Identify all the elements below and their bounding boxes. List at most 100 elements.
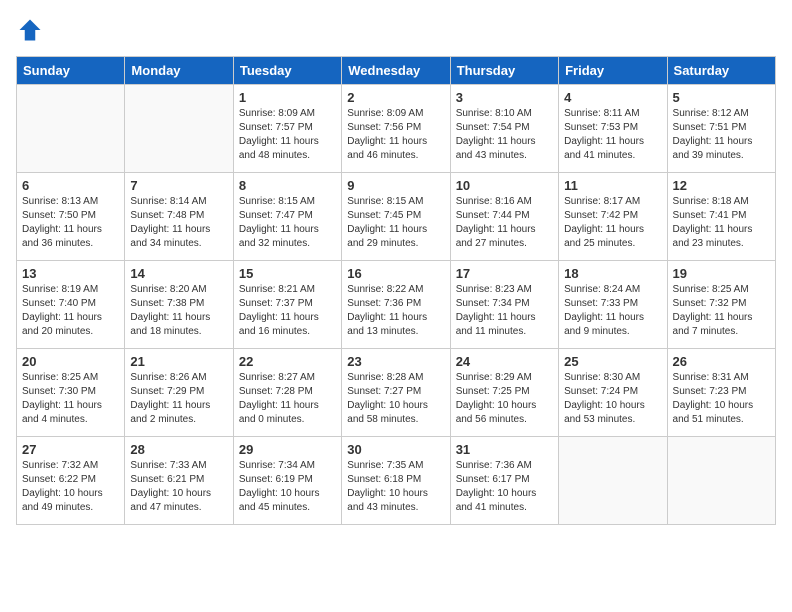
cell-details: Sunrise: 8:24 AMSunset: 7:33 PMDaylight:… [564, 283, 661, 339]
calendar-cell: 12Sunrise: 8:18 AMSunset: 7:41 PMDayligh… [667, 173, 775, 261]
cell-details: Sunrise: 8:09 AMSunset: 7:56 PMDaylight:… [347, 107, 444, 163]
cell-details: Sunrise: 8:12 AMSunset: 7:51 PMDaylight:… [673, 107, 770, 163]
day-number: 25 [564, 354, 661, 369]
calendar-cell: 9Sunrise: 8:15 AMSunset: 7:45 PMDaylight… [342, 173, 450, 261]
day-number: 19 [673, 266, 770, 281]
calendar-cell [559, 437, 667, 525]
calendar-cell [667, 437, 775, 525]
cell-details: Sunrise: 8:15 AMSunset: 7:47 PMDaylight:… [239, 195, 336, 251]
cell-details: Sunrise: 8:29 AMSunset: 7:25 PMDaylight:… [456, 371, 553, 427]
cell-details: Sunrise: 8:13 AMSunset: 7:50 PMDaylight:… [22, 195, 119, 251]
day-number: 28 [130, 442, 227, 457]
calendar-cell: 10 Sunrise: 8:16 AMSunset: 7:44 PMDayligh… [450, 173, 558, 261]
cell-details: Sunrise: 8:10 AMSunset: 7:54 PMDaylight:… [456, 107, 553, 163]
day-number: 29 [239, 442, 336, 457]
day-header-tuesday: Tuesday [233, 57, 341, 85]
cell-details: Sunrise: 8:11 AMSunset: 7:53 PMDaylight:… [564, 107, 661, 163]
day-header-saturday: Saturday [667, 57, 775, 85]
day-header-thursday: Thursday [450, 57, 558, 85]
calendar-cell: 28Sunrise: 7:33 AMSunset: 6:21 PMDayligh… [125, 437, 233, 525]
calendar-cell: 18 Sunrise: 8:24 AMSunset: 7:33 PMDayligh… [559, 261, 667, 349]
cell-details: Sunrise: 8:30 AMSunset: 7:24 PMDaylight:… [564, 371, 661, 427]
calendar-cell: 20 Sunrise: 8:25 AMSunset: 7:30 PMDayligh… [17, 349, 125, 437]
day-number: 10 [456, 178, 553, 193]
day-number: 7 [130, 178, 227, 193]
day-header-monday: Monday [125, 57, 233, 85]
day-number: 8 [239, 178, 336, 193]
calendar-cell: 19 Sunrise: 8:25 AMSunset: 7:32 PMDayligh… [667, 261, 775, 349]
cell-details: Sunrise: 8:21 AMSunset: 7:37 PMDaylight:… [239, 283, 336, 339]
calendar-cell: 13 Sunrise: 8:19 AMSunset: 7:40 PMDayligh… [17, 261, 125, 349]
logo-icon [16, 16, 44, 44]
calendar-cell: 4 Sunrise: 8:11 AMSunset: 7:53 PMDaylight… [559, 85, 667, 173]
day-header-sunday: Sunday [17, 57, 125, 85]
cell-details: Sunrise: 8:27 AMSunset: 7:28 PMDaylight:… [239, 371, 336, 427]
calendar-cell: 27 Sunrise: 7:32 AMSunset: 6:22 PMDayligh… [17, 437, 125, 525]
day-number: 15 [239, 266, 336, 281]
day-header-friday: Friday [559, 57, 667, 85]
day-number: 22 [239, 354, 336, 369]
day-header-wednesday: Wednesday [342, 57, 450, 85]
cell-details: Sunrise: 7:34 AMSunset: 6:19 PMDaylight:… [239, 459, 336, 515]
day-number: 14 [130, 266, 227, 281]
cell-details: Sunrise: 8:23 AMSunset: 7:34 PMDaylight:… [456, 283, 553, 339]
day-number: 12 [673, 178, 770, 193]
calendar-cell: 2 Sunrise: 8:09 AMSunset: 7:56 PMDaylight… [342, 85, 450, 173]
day-number: 26 [673, 354, 770, 369]
calendar-cell: 16Sunrise: 8:22 AMSunset: 7:36 PMDayligh… [342, 261, 450, 349]
cell-details: Sunrise: 8:25 AMSunset: 7:30 PMDaylight:… [22, 371, 119, 427]
cell-details: Sunrise: 8:09 AMSunset: 7:57 PMDaylight:… [239, 107, 336, 163]
cell-details: Sunrise: 8:15 AMSunset: 7:45 PMDaylight:… [347, 195, 444, 251]
day-number: 27 [22, 442, 119, 457]
cell-details: Sunrise: 8:17 AMSunset: 7:42 PMDaylight:… [564, 195, 661, 251]
calendar-cell: 24 Sunrise: 8:29 AMSunset: 7:25 PMDayligh… [450, 349, 558, 437]
day-number: 5 [673, 90, 770, 105]
calendar-cell: 8 Sunrise: 8:15 AMSunset: 7:47 PMDaylight… [233, 173, 341, 261]
day-number: 11 [564, 178, 661, 193]
calendar-week-row: 13 Sunrise: 8:19 AMSunset: 7:40 PMDayligh… [17, 261, 776, 349]
calendar-cell: 25 Sunrise: 8:30 AMSunset: 7:24 PMDayligh… [559, 349, 667, 437]
calendar-cell: 29 Sunrise: 7:34 AMSunset: 6:19 PMDayligh… [233, 437, 341, 525]
cell-details: Sunrise: 7:35 AMSunset: 6:18 PMDaylight:… [347, 459, 444, 515]
calendar-cell: 31 Sunrise: 7:36 AMSunset: 6:17 PMDayligh… [450, 437, 558, 525]
day-number: 1 [239, 90, 336, 105]
calendar-cell: 15 Sunrise: 8:21 AMSunset: 7:37 PMDayligh… [233, 261, 341, 349]
cell-details: Sunrise: 8:25 AMSunset: 7:32 PMDaylight:… [673, 283, 770, 339]
day-number: 23 [347, 354, 444, 369]
calendar-cell: 22 Sunrise: 8:27 AMSunset: 7:28 PMDayligh… [233, 349, 341, 437]
day-number: 31 [456, 442, 553, 457]
calendar-cell [17, 85, 125, 173]
calendar-week-row: 27 Sunrise: 7:32 AMSunset: 6:22 PMDayligh… [17, 437, 776, 525]
day-number: 6 [22, 178, 119, 193]
day-number: 24 [456, 354, 553, 369]
day-number: 16 [347, 266, 444, 281]
day-number: 2 [347, 90, 444, 105]
calendar-table: SundayMondayTuesdayWednesdayThursdayFrid… [16, 56, 776, 525]
cell-details: Sunrise: 8:16 AMSunset: 7:44 PMDaylight:… [456, 195, 553, 251]
calendar-week-row: 6 Sunrise: 8:13 AMSunset: 7:50 PMDaylight… [17, 173, 776, 261]
cell-details: Sunrise: 8:31 AMSunset: 7:23 PMDaylight:… [673, 371, 770, 427]
calendar-cell: 3 Sunrise: 8:10 AMSunset: 7:54 PMDaylight… [450, 85, 558, 173]
day-number: 30 [347, 442, 444, 457]
calendar-cell: 17Sunrise: 8:23 AMSunset: 7:34 PMDayligh… [450, 261, 558, 349]
calendar-cell: 21Sunrise: 8:26 AMSunset: 7:29 PMDayligh… [125, 349, 233, 437]
day-number: 3 [456, 90, 553, 105]
calendar-week-row: 20 Sunrise: 8:25 AMSunset: 7:30 PMDayligh… [17, 349, 776, 437]
day-number: 20 [22, 354, 119, 369]
calendar-cell: 7Sunrise: 8:14 AMSunset: 7:48 PMDaylight… [125, 173, 233, 261]
page-header [16, 16, 776, 44]
day-number: 13 [22, 266, 119, 281]
day-number: 18 [564, 266, 661, 281]
cell-details: Sunrise: 7:36 AMSunset: 6:17 PMDaylight:… [456, 459, 553, 515]
cell-details: Sunrise: 8:19 AMSunset: 7:40 PMDaylight:… [22, 283, 119, 339]
calendar-cell: 26 Sunrise: 8:31 AMSunset: 7:23 PMDayligh… [667, 349, 775, 437]
cell-details: Sunrise: 7:32 AMSunset: 6:22 PMDaylight:… [22, 459, 119, 515]
calendar-cell: 1 Sunrise: 8:09 AMSunset: 7:57 PMDaylight… [233, 85, 341, 173]
day-number: 4 [564, 90, 661, 105]
cell-details: Sunrise: 8:28 AMSunset: 7:27 PMDaylight:… [347, 371, 444, 427]
cell-details: Sunrise: 8:26 AMSunset: 7:29 PMDaylight:… [130, 371, 227, 427]
cell-details: Sunrise: 8:20 AMSunset: 7:38 PMDaylight:… [130, 283, 227, 339]
calendar-cell [125, 85, 233, 173]
calendar-cell: 23 Sunrise: 8:28 AMSunset: 7:27 PMDayligh… [342, 349, 450, 437]
logo [16, 16, 48, 44]
